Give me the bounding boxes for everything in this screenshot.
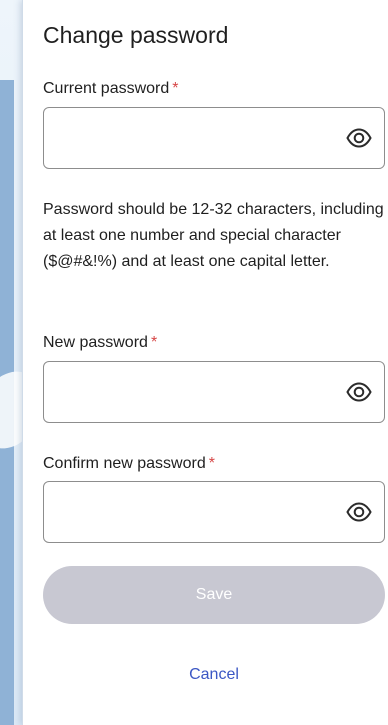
- confirm-password-field[interactable]: [43, 481, 385, 544]
- required-marker: *: [172, 80, 179, 97]
- confirm-password-label: Confirm new password *: [43, 455, 215, 473]
- current-password-label: Current password *: [43, 80, 179, 98]
- eye-icon[interactable]: [346, 381, 372, 403]
- eye-icon[interactable]: [346, 127, 372, 149]
- save-button[interactable]: Save: [43, 566, 385, 624]
- confirm-password-input[interactable]: [56, 482, 340, 544]
- required-marker: *: [150, 334, 158, 351]
- change-password-dialog: Change password Current password * Passwo…: [22, 0, 388, 725]
- current-password-input[interactable]: [56, 108, 340, 170]
- dialog-title: Change password: [43, 22, 229, 48]
- required-marker: *: [208, 455, 215, 472]
- new-password-input[interactable]: [56, 362, 340, 424]
- current-password-field[interactable]: [43, 107, 385, 170]
- eye-icon[interactable]: [346, 501, 372, 523]
- cancel-link[interactable]: Cancel: [43, 666, 385, 684]
- confirm-password-label-text: Confirm new password: [43, 455, 206, 472]
- new-password-field[interactable]: [43, 361, 385, 424]
- new-password-label-text: New password: [43, 334, 148, 351]
- new-password-label: New password *: [43, 334, 157, 352]
- current-password-label-text: Current password: [43, 80, 170, 97]
- password-requirements-hint: Password should be 12-32 characters, inc…: [43, 201, 384, 270]
